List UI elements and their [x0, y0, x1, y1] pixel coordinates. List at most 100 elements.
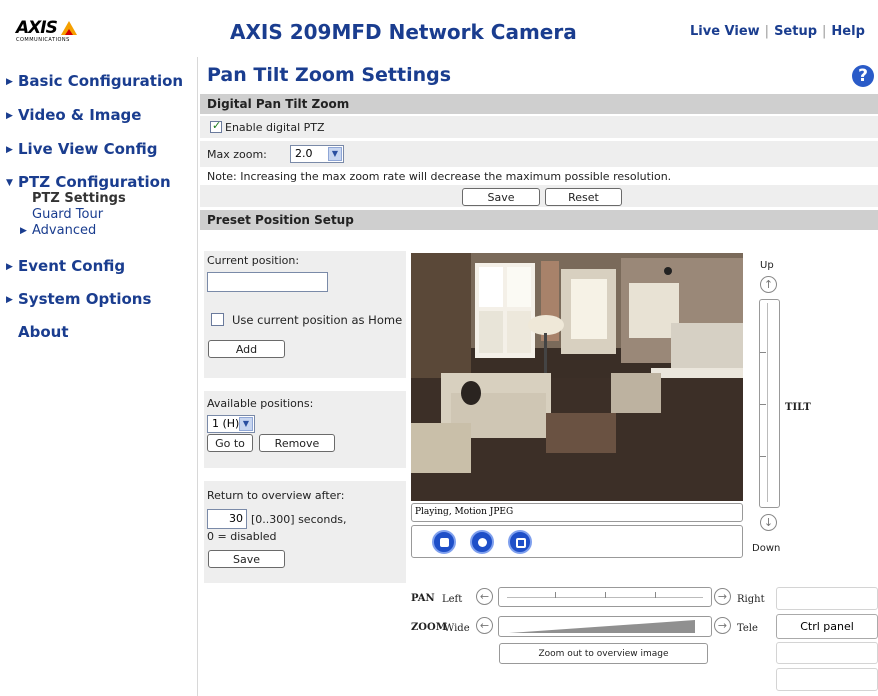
pan-tick	[605, 592, 606, 598]
axis-logo[interactable]: AXIS COMMUNICATIONS	[16, 18, 86, 48]
chevron-right-icon: ▶	[6, 295, 13, 305]
tilt-up-arrow-icon[interactable]: ↑	[760, 276, 777, 293]
sidebar-subitem-ptz-settings[interactable]: PTZ Settings	[32, 191, 126, 206]
sidebar-subitem-advanced[interactable]: ▶ Advanced	[20, 223, 96, 238]
zoom-overview-button[interactable]: Zoom out to overview image	[499, 643, 708, 664]
zoom-wide-arrow-icon[interactable]: ←	[476, 617, 493, 634]
nav-setup-link[interactable]: Setup	[774, 24, 817, 39]
tilt-slider-track[interactable]	[759, 299, 780, 508]
chevron-down-icon: ▼	[6, 178, 13, 188]
tilt-tick	[760, 352, 766, 353]
current-position-label: Current position:	[207, 254, 300, 267]
sidebar-item-label: System Options	[18, 290, 152, 308]
sidebar-item-video-image[interactable]: ▶ Video & Image	[6, 106, 141, 124]
section-preset-position: Preset Position Setup	[200, 210, 878, 230]
chevron-right-icon: ▶	[6, 111, 13, 121]
sidebar-item-live-view-config[interactable]: ▶ Live View Config	[6, 140, 157, 158]
pan-left-arrow-icon[interactable]: ←	[476, 588, 493, 605]
logo-text: AXIS	[16, 18, 58, 38]
sidebar-item-basic-configuration[interactable]: ▶ Basic Configuration	[6, 72, 183, 90]
pan-right-arrow-icon[interactable]: →	[714, 588, 731, 605]
digital-ptz-save-button[interactable]: Save	[462, 188, 540, 206]
use-as-home-checkbox[interactable]	[211, 313, 224, 326]
snapshot-button[interactable]	[470, 530, 494, 554]
sidebar-subitem-label: Advanced	[32, 223, 97, 238]
chevron-down-icon: ▼	[239, 417, 253, 431]
max-zoom-value: 2.0	[295, 147, 313, 160]
stop-video-button[interactable]	[432, 530, 456, 554]
sidebar-item-label: Basic Configuration	[18, 72, 184, 90]
zoom-wedge-graphic	[509, 620, 695, 633]
return-range-label: [0..300] seconds,	[251, 513, 347, 526]
pan-tick	[555, 592, 556, 598]
current-position-input[interactable]	[207, 272, 328, 292]
right-empty-box	[776, 587, 878, 610]
nav-separator: |	[764, 24, 770, 39]
fullscreen-button[interactable]	[508, 530, 532, 554]
return-seconds-input[interactable]: 30	[207, 509, 247, 529]
top-navigation: Live View | Setup | Help	[690, 24, 865, 39]
checkmark-icon: ✓	[212, 119, 222, 132]
chevron-right-icon: ▶	[6, 77, 13, 87]
zoom-note: Note: Increasing the max zoom rate will …	[207, 170, 672, 183]
pan-left-label: Left	[442, 594, 463, 605]
sidebar-item-label: Video & Image	[18, 106, 142, 124]
max-zoom-label: Max zoom:	[207, 148, 267, 161]
nav-help-link[interactable]: Help	[831, 24, 864, 39]
pan-label: PAN	[411, 593, 435, 604]
zoom-wide-label: Wide	[444, 623, 470, 634]
zoom-label: ZOOM	[411, 622, 447, 633]
video-control-strip	[411, 525, 743, 558]
chevron-right-icon: ▶	[6, 145, 13, 155]
help-icon[interactable]: ?	[852, 65, 874, 87]
app-title: AXIS 209MFD Network Camera	[230, 20, 577, 44]
room-scene-image	[411, 253, 743, 501]
pan-tick	[655, 592, 656, 598]
enable-digital-ptz-label: Enable digital PTZ	[225, 121, 325, 134]
video-stream-image[interactable]	[411, 253, 743, 501]
tilt-label: TILT	[785, 402, 811, 413]
sidebar-item-about[interactable]: About	[6, 323, 69, 341]
available-positions-label: Available positions:	[207, 397, 314, 410]
remove-position-button[interactable]: Remove	[259, 434, 335, 452]
tilt-tick	[760, 456, 766, 457]
section-digital-ptz: Digital Pan Tilt Zoom	[200, 94, 878, 114]
digital-ptz-reset-button[interactable]: Reset	[545, 188, 622, 206]
logo-subtext: COMMUNICATIONS	[16, 37, 70, 43]
enable-digital-ptz-checkbox[interactable]: ✓	[210, 119, 222, 133]
goto-position-button[interactable]: Go to	[207, 434, 253, 452]
ctrl-panel-button[interactable]: Ctrl panel	[776, 614, 878, 639]
zoom-tele-arrow-icon[interactable]: →	[714, 617, 731, 634]
zoom-tele-label: Tele	[737, 623, 758, 634]
tilt-track-line	[767, 303, 768, 502]
logo-triangle-inner-icon	[65, 29, 73, 35]
chevron-right-icon: ▶	[20, 226, 27, 236]
return-overview-label: Return to overview after:	[207, 489, 345, 502]
sidebar-item-event-config[interactable]: ▶ Event Config	[6, 257, 125, 275]
sidebar-subitem-guard-tour[interactable]: Guard Tour	[32, 207, 103, 222]
nav-live-view-link[interactable]: Live View	[690, 24, 760, 39]
page-title: Pan Tilt Zoom Settings	[207, 64, 452, 86]
pan-right-label: Right	[737, 594, 765, 605]
stop-icon	[440, 538, 449, 547]
return-save-button[interactable]: Save	[208, 550, 285, 568]
chevron-down-icon: ▼	[328, 147, 342, 161]
add-position-button[interactable]: Add	[208, 340, 285, 358]
zoom-slider-track[interactable]	[498, 616, 712, 637]
sidebar-item-ptz-configuration[interactable]: ▼ PTZ Configuration	[6, 173, 171, 191]
available-position-value: 1 (H)	[212, 417, 240, 430]
tilt-tick	[760, 404, 766, 405]
sidebar-item-label: About	[18, 323, 69, 341]
available-positions-select[interactable]: 1 (H) ▼	[207, 415, 255, 433]
tilt-up-label: Up	[760, 260, 774, 271]
fullscreen-icon	[516, 538, 526, 548]
return-disabled-note: 0 = disabled	[207, 530, 277, 543]
tilt-down-label: Down	[752, 543, 781, 554]
max-zoom-select[interactable]: 2.0 ▼	[290, 145, 344, 163]
tilt-down-arrow-icon[interactable]: ↓	[760, 514, 777, 531]
pan-slider-track[interactable]	[498, 587, 712, 607]
right-empty-box	[776, 642, 878, 664]
right-empty-box	[776, 668, 878, 691]
sidebar-item-system-options[interactable]: ▶ System Options	[6, 290, 151, 308]
use-as-home-label: Use current position as Home	[232, 313, 403, 327]
